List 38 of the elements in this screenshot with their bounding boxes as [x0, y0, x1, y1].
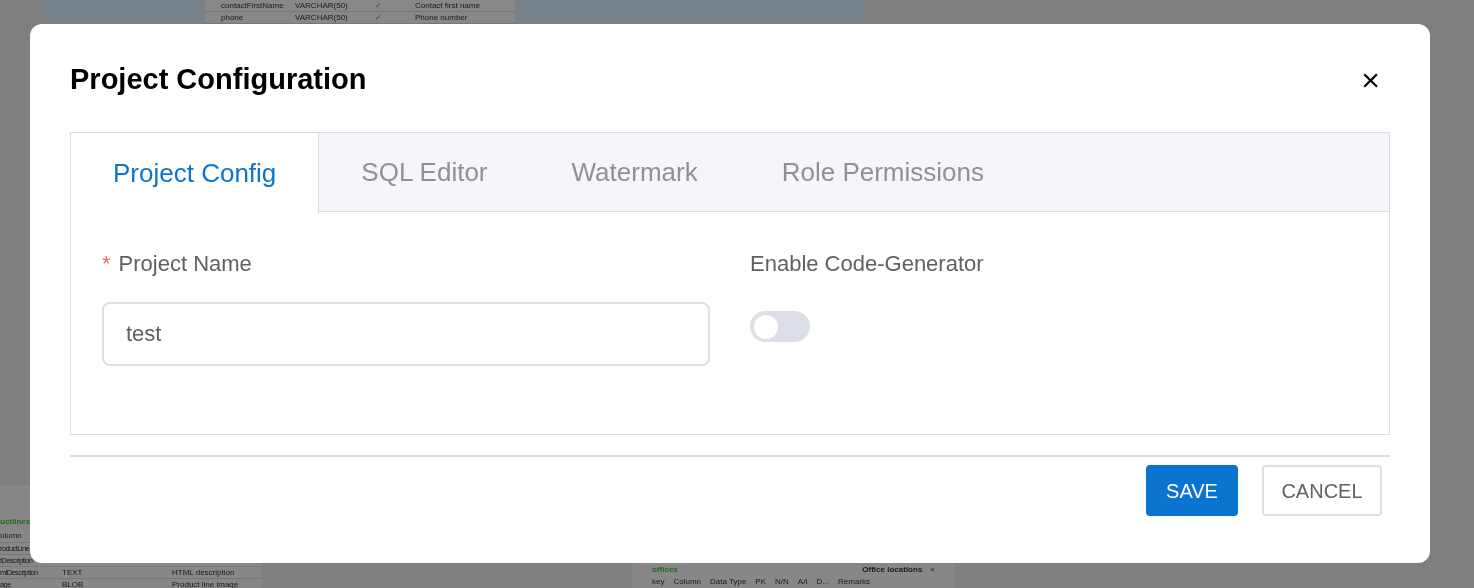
table-cell-text: VARCHAR(50) [295, 11, 349, 24]
table-cell: Product line image [172, 580, 239, 588]
column-header: key [652, 578, 665, 586]
table-title: uctlines [0, 516, 32, 528]
column-header: D... [816, 578, 830, 586]
table-cell-text: VARCHAR(50) [295, 0, 349, 12]
field-label: Enable Code-Generator [750, 249, 984, 278]
check-mark: ✓ [375, 11, 383, 24]
tab[interactable]: Project Config [71, 133, 320, 213]
column-header: olumn [0, 529, 23, 542]
save-button[interactable]: SAVE [1146, 465, 1238, 516]
column-header: Column [673, 578, 702, 586]
tab[interactable]: Watermark [529, 133, 740, 212]
close-button[interactable]: × [930, 565, 935, 574]
toggle-switch[interactable] [750, 311, 810, 342]
table-comment: Office locations [862, 565, 923, 574]
text-field[interactable]: test [102, 302, 710, 366]
table-cell-text: BLOB [62, 580, 85, 588]
dialog-title: Project Configuration [70, 62, 367, 98]
tab[interactable]: Role Permissions [739, 133, 1026, 212]
table-cell: Contact first name [415, 0, 480, 12]
check-mark: ✓ [375, 0, 383, 12]
tab[interactable]: SQL Editor [319, 133, 530, 212]
table-cell-text: phone [220, 11, 245, 24]
required-mark: * [102, 249, 111, 278]
table-cell-text: TEXT [62, 568, 84, 577]
column-header: Data Type [710, 578, 747, 586]
field-label: Project Name [118, 249, 252, 278]
close-button[interactable]: × [1361, 64, 1380, 96]
table-cell: Phone number [415, 11, 468, 24]
table-title: offices [652, 565, 678, 574]
column-header: N/N [775, 578, 789, 586]
column-header: Remarks [838, 578, 871, 586]
table-cell-text: contactFirstName [220, 0, 285, 12]
column-header: PK [755, 578, 767, 586]
cancel-button[interactable]: CANCEL [1262, 465, 1382, 516]
column-header: A/I [797, 578, 808, 586]
table-cell: HTML description [172, 568, 235, 577]
